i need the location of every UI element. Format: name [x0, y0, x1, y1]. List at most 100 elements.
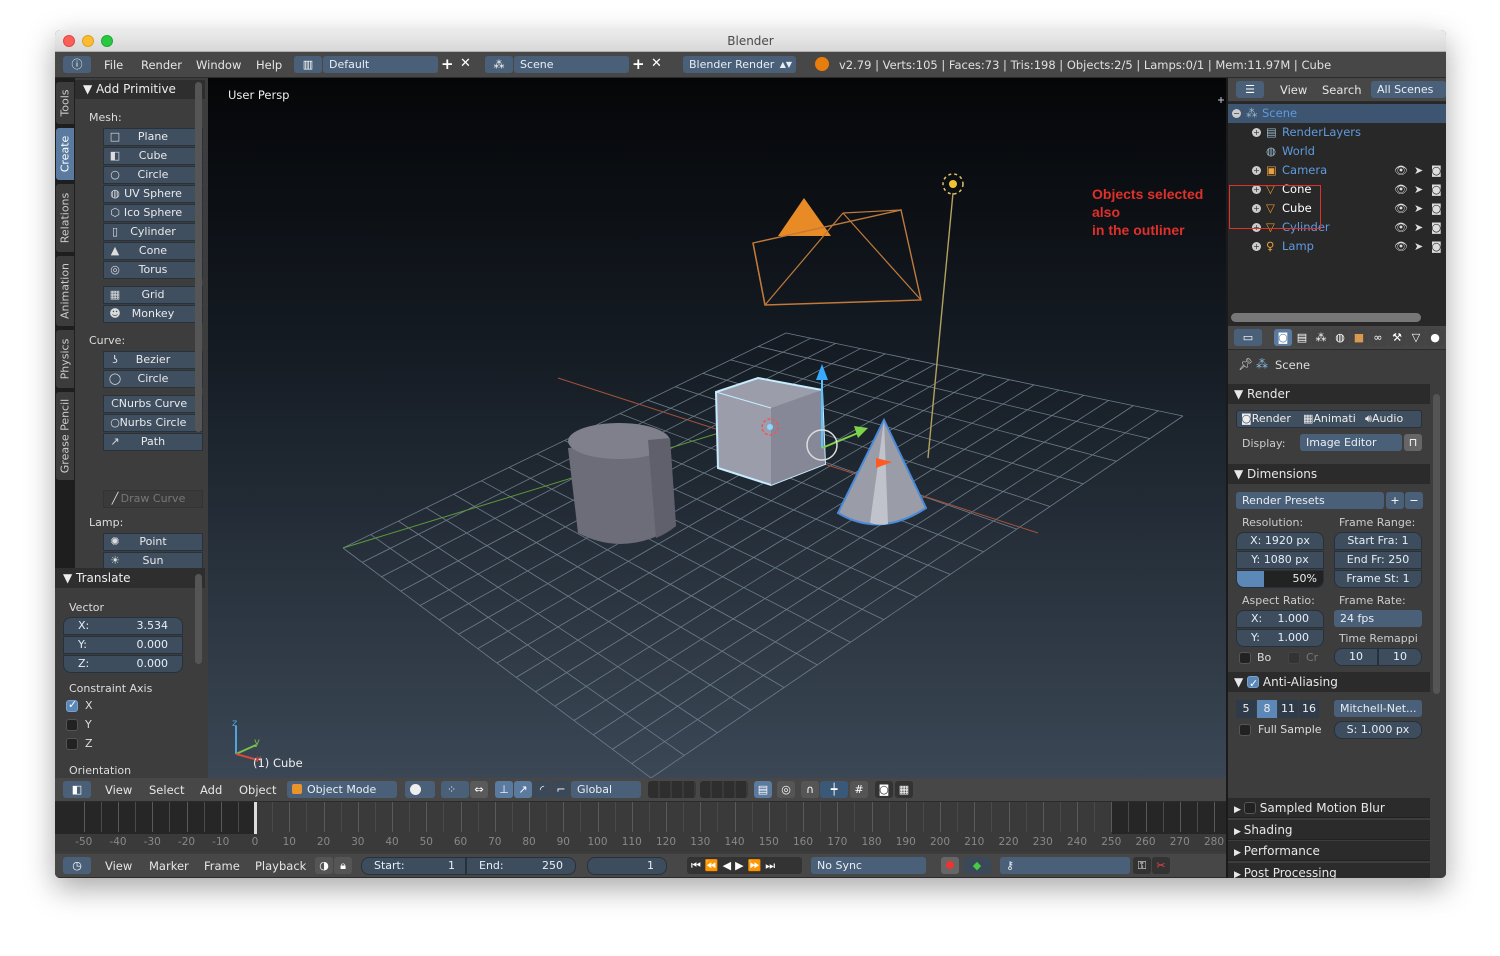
add-curve-path-button[interactable]: ↗ Path [103, 433, 203, 451]
sampled-motion-blur-section-header[interactable]: ▶ Sampled Motion Blur [1228, 798, 1430, 818]
select-cursor-icon[interactable]: ➤ [1414, 199, 1423, 218]
performance-section-header[interactable]: ▶ Performance [1228, 841, 1430, 861]
3d-viewport[interactable]: User Persp z y x (1) Cube Objects select… [208, 78, 1226, 778]
delete-scene-button[interactable]: ✕ [651, 56, 662, 71]
select-cursor-icon[interactable]: ➤ [1414, 237, 1423, 256]
tab-tools[interactable]: Tools [56, 82, 74, 124]
sync-mode-dropdown[interactable]: No Sync [811, 857, 926, 874]
timeline-menu-marker[interactable]: Marker [149, 855, 189, 877]
shading-section-header[interactable]: ▶ Shading [1228, 819, 1430, 840]
expand-icon[interactable]: + [1252, 166, 1261, 175]
render-section-header[interactable]: ▼ Render [1228, 384, 1430, 404]
tab-relations[interactable]: Relations [56, 184, 74, 252]
transform-orientation-dropdown[interactable]: Global [571, 781, 641, 798]
timeline-menu-playback[interactable]: Playback [255, 855, 306, 877]
scene-name-field[interactable]: Scene [514, 56, 629, 73]
translate-arrow-button[interactable]: ↗ [514, 781, 532, 798]
proportional-edit-button[interactable]: ◎ [777, 781, 795, 798]
outliner-menu-search[interactable]: Search [1322, 79, 1362, 101]
select-cursor-icon[interactable]: ➤ [1414, 161, 1423, 180]
eye-visibility-icon[interactable]: 👁︎ [1394, 237, 1408, 256]
outliner-item-world[interactable]: ◍ World [1228, 142, 1446, 161]
remap-old-field[interactable]: 10 [1334, 648, 1378, 666]
context-constraints-tab[interactable]: ∞ [1369, 329, 1387, 346]
context-render-layers-tab[interactable]: ▤ [1293, 329, 1311, 346]
close-window-button[interactable] [63, 35, 75, 47]
add-mesh-uv-sphere-button[interactable]: ◍ UV Sphere [103, 185, 203, 203]
frame-end-field[interactable]: End Fr: 250 [1334, 551, 1422, 569]
remove-preset-button[interactable]: − [1405, 492, 1423, 509]
jump-end-button[interactable]: ⏭ [765, 859, 779, 872]
render-visibility-icon[interactable]: ◙ [1431, 161, 1442, 180]
view3d-menu-select[interactable]: Select [149, 779, 184, 801]
add-layout-button[interactable]: + [441, 55, 454, 73]
translate-header[interactable]: ▼ Translate [55, 568, 205, 588]
crop-checkbox[interactable] [1288, 652, 1300, 664]
current-frame-indicator[interactable] [254, 802, 258, 834]
layer-buttons-1[interactable] [648, 781, 696, 798]
add-scene-button[interactable]: + [632, 55, 645, 73]
render-visibility-icon[interactable]: ◙ [1431, 199, 1442, 218]
auto-keying-button[interactable] [941, 857, 959, 874]
anti-aliasing-section-header[interactable]: ▼ Anti-Aliasing [1228, 672, 1430, 694]
expand-icon[interactable]: + [1252, 128, 1261, 137]
jump-keyframe-forward-button[interactable]: ⏩ [748, 859, 766, 872]
select-cursor-icon[interactable]: ➤ [1414, 218, 1423, 237]
menu-window[interactable]: Window [196, 54, 241, 76]
render-image-button[interactable]: ◙Render [1241, 411, 1291, 427]
timeline-menu-frame[interactable]: Frame [204, 855, 240, 877]
rotate-button[interactable]: ◜ [533, 781, 551, 798]
scale-button[interactable]: ⌐ [552, 781, 570, 798]
manipulator-toggle-button[interactable]: ⇔ [470, 781, 488, 798]
tab-grease-pencil[interactable]: Grease Pencil [56, 392, 74, 480]
display-dropdown[interactable]: Image Editor [1300, 434, 1402, 451]
pivot-point-dropdown[interactable]: ⁘ [441, 781, 469, 798]
editor-type-timeline-button[interactable]: ◷ [63, 857, 91, 874]
add-primitive-header[interactable]: ▼ Add Primitive [75, 80, 205, 99]
camera-object[interactable] [752, 198, 922, 306]
outliner-item-renderlayers[interactable]: + ▤ RenderLayers [1228, 123, 1446, 142]
frame-start-field[interactable]: Start Fra: 1 [1334, 532, 1422, 550]
render-visibility-icon[interactable]: ◙ [1431, 237, 1442, 256]
lock-time-button[interactable]: 🔒︎ [334, 857, 352, 874]
view3d-menu-view[interactable]: View [105, 779, 132, 801]
layer-buttons-2[interactable] [700, 781, 748, 798]
remap-new-field[interactable]: 10 [1378, 648, 1422, 666]
add-mesh-circle-button[interactable]: ○ Circle [103, 166, 203, 184]
minimize-window-button[interactable] [82, 35, 94, 47]
add-mesh-plane-button[interactable]: □ Plane [103, 128, 203, 146]
collapse-icon[interactable]: − [1232, 109, 1241, 118]
dimensions-section-header[interactable]: ▼ Dimensions [1228, 464, 1430, 484]
snap-element-dropdown[interactable]: ┿ [820, 781, 848, 798]
full-sample-checkbox[interactable] [1239, 724, 1251, 736]
add-curve-nurbs-curve-button[interactable]: C Nurbs Curve [103, 395, 203, 413]
layout-selector-button[interactable]: ▥ [294, 56, 322, 73]
select-cursor-icon[interactable]: ➤ [1414, 180, 1423, 199]
render-visibility-icon[interactable]: ◙ [1431, 218, 1442, 237]
add-mesh-monkey-button[interactable]: ☻ Monkey [103, 305, 203, 323]
start-frame-field[interactable]: Start: 1 [361, 857, 466, 875]
aa-samples-8-button[interactable]: 8 [1257, 700, 1277, 718]
add-lamp-point-button[interactable]: ✺ Point [103, 533, 203, 551]
tab-animation[interactable]: Animation [56, 256, 74, 326]
render-visibility-icon[interactable]: ◙ [1431, 180, 1442, 199]
insert-keyframe-button[interactable]: ⚿ [1133, 857, 1151, 874]
outliner-h-scrollbar[interactable] [1231, 313, 1421, 322]
viewport-shading-dropdown[interactable] [405, 781, 435, 798]
tab-create[interactable]: Create [56, 128, 74, 180]
snap-toggle-button[interactable]: ∩ [801, 781, 819, 798]
opengl-animation-button[interactable]: ▦ [895, 781, 913, 798]
add-curve-nurbs-circle-button[interactable]: ○ Nurbs Circle [103, 414, 203, 432]
aa-samples-5-button[interactable]: 5 [1236, 700, 1256, 718]
add-mesh-torus-button[interactable]: ◎ Torus [103, 261, 203, 279]
eye-visibility-icon[interactable]: 👁︎ [1394, 218, 1408, 237]
jump-start-button[interactable]: ⏮ [691, 859, 705, 872]
pin-icon[interactable]: 📌︎ [1238, 357, 1253, 371]
keying-set-field[interactable]: ⚷ [1000, 857, 1130, 874]
manipulator-translate-button[interactable]: ⊥ [495, 781, 513, 798]
context-render-tab[interactable]: ◙ [1274, 329, 1292, 346]
timeline-area[interactable]: -50 -40 -30 -20 -10 0 10 20 30 40 50 60 70 80 90 100 110… [55, 802, 1232, 852]
editor-type-info-button[interactable]: ⓘ [63, 56, 91, 73]
add-preset-button[interactable]: + [1386, 492, 1404, 509]
aa-samples-16-button[interactable]: 16 [1299, 700, 1319, 718]
